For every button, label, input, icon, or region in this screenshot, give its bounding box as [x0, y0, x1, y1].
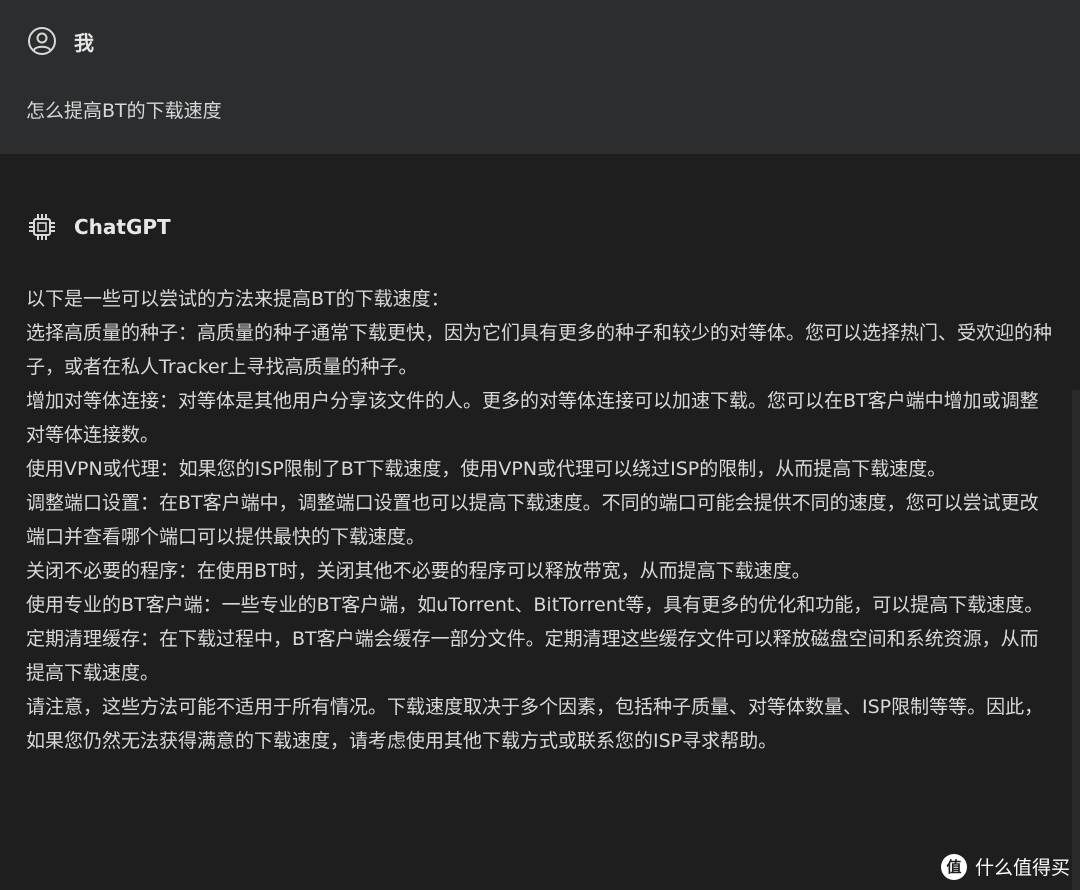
scrollbar[interactable] [1072, 390, 1080, 890]
user-circle-icon [26, 25, 58, 57]
response-paragraph: 调整端口设置：在BT客户端中，调整端口设置也可以提高下载速度。不同的端口可能会提… [26, 492, 1039, 548]
watermark-text: 什么值得买 [974, 857, 1070, 879]
watermark: 值 什么值得买 [940, 853, 1070, 880]
user-message-block: 我 怎么提高BT的下载速度 [0, 0, 1080, 154]
watermark-badge: 值 [940, 853, 967, 880]
response-paragraph: 关闭不必要的程序：在使用BT时，关闭其他不必要的程序可以释放带宽，从而提高下载速… [26, 560, 811, 582]
response-paragraph: 使用专业的BT客户端：一些专业的BT客户端，如uTorrent、BitTorre… [26, 594, 1044, 616]
user-header: 我 [26, 24, 94, 58]
assistant-response: 以下是一些可以尝试的方法来提高BT的下载速度： 选择高质量的种子：高质量的种子通… [26, 282, 1056, 758]
user-name: 我 [74, 30, 94, 55]
response-paragraph: 请注意，这些方法可能不适用于所有情况。下载速度取决于多个因素，包括种子质量、对等… [26, 696, 1044, 752]
response-paragraph: 以下是一些可以尝试的方法来提高BT的下载速度： [26, 288, 450, 310]
chat-page: 我 怎么提高BT的下载速度 ChatGPT 以下是一些可以尝试的方法来提高BT的… [0, 0, 1080, 890]
response-paragraph: 定期清理缓存：在下载过程中，BT客户端会缓存一部分文件。定期清理这些缓存文件可以… [26, 628, 1039, 684]
chip-icon [26, 211, 58, 243]
response-paragraph: 增加对等体连接：对等体是其他用户分享该文件的人。更多的对等体连接可以加速下载。您… [26, 390, 1039, 446]
assistant-name: ChatGPT [74, 215, 171, 239]
response-paragraph: 选择高质量的种子：高质量的种子通常下载更快，因为它们具有更多的种子和较少的对等体… [26, 322, 1053, 378]
assistant-header: ChatGPT [26, 210, 171, 244]
response-paragraph: 使用VPN或代理：如果您的ISP限制了BT下载速度，使用VPN或代理可以绕过IS… [26, 458, 947, 480]
user-message-text: 怎么提高BT的下载速度 [26, 100, 222, 122]
